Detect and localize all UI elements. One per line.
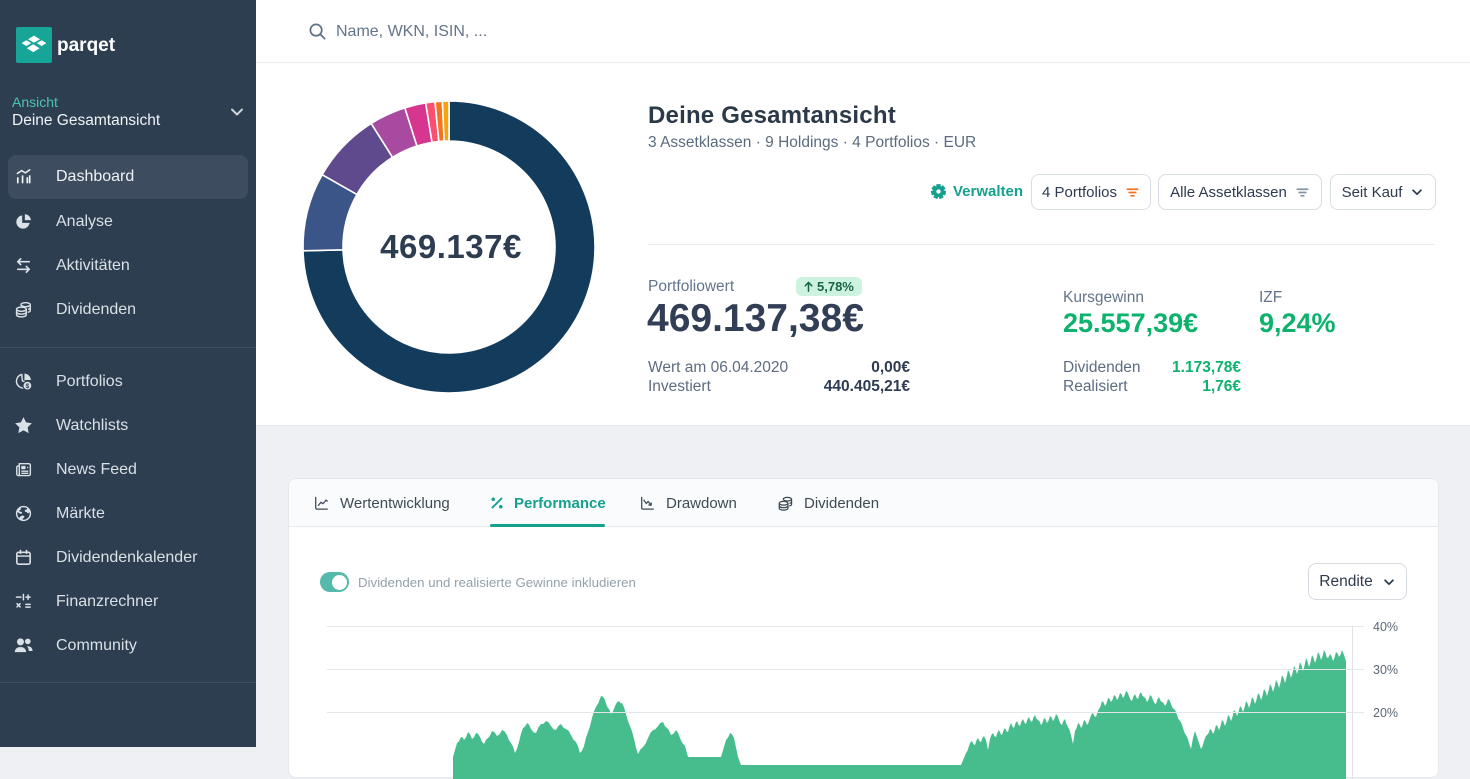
svg-text:$: $	[26, 383, 30, 390]
